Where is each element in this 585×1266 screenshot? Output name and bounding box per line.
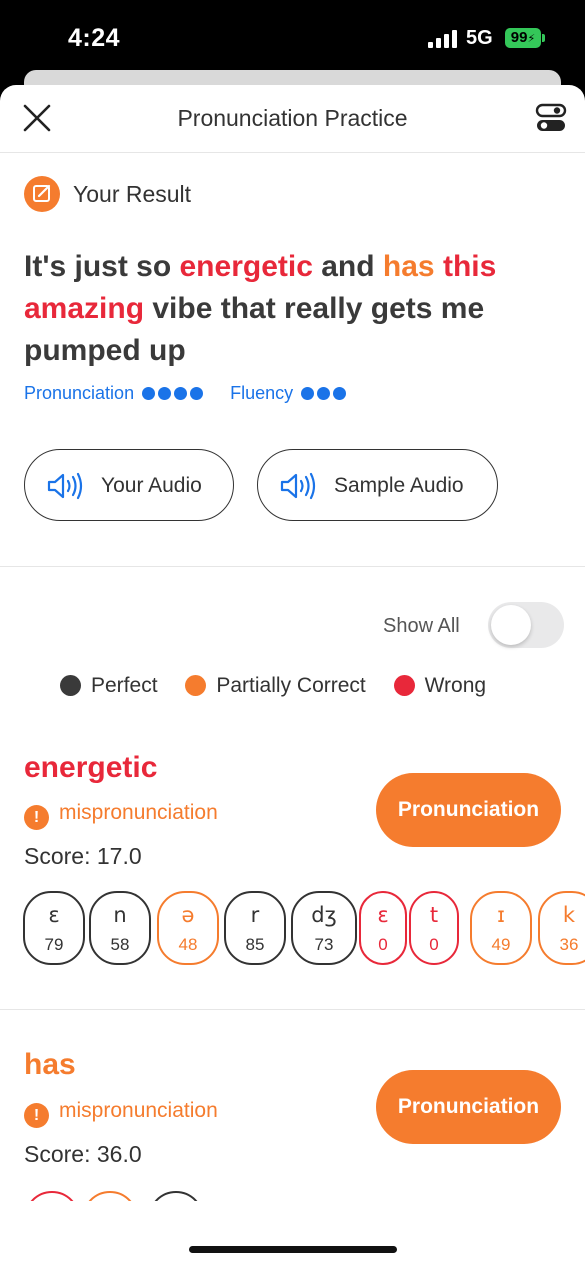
score-dot <box>317 387 331 400</box>
phoneme-chip[interactable]: dʒ 73 <box>291 891 357 965</box>
phoneme-score: 73 <box>314 935 334 954</box>
phoneme-score: 49 <box>491 935 511 954</box>
speaker-icon <box>47 472 83 500</box>
phoneme-score: 85 <box>245 935 265 954</box>
show-all-toggle[interactable] <box>488 602 564 648</box>
your-audio-button[interactable]: Your Audio <box>24 449 234 521</box>
battery-icon: 99⚡ <box>505 28 545 48</box>
nav-bar: Pronunciation Practice <box>0 85 585 153</box>
toggle-knob <box>491 605 531 645</box>
speaker-icon <box>280 472 316 500</box>
phoneme-symbol: k <box>562 903 576 927</box>
phoneme-score: 0 <box>429 935 439 954</box>
phoneme-chip[interactable]: ɪ 49 <box>470 891 532 965</box>
legend-dot <box>60 675 81 696</box>
divider <box>0 1009 585 1010</box>
phoneme-chip[interactable]: k 36 <box>538 891 585 965</box>
phoneme-symbol: n <box>113 903 127 927</box>
phoneme-chip[interactable]: ɛ0 <box>359 891 407 965</box>
sample-audio-label: Sample Audio <box>334 474 464 497</box>
practice-sheet: Pronunciation Practice Your Result It's … <box>0 85 585 1266</box>
phoneme-symbol: ɛ <box>377 903 389 927</box>
pronunciation-button[interactable]: Pronunciation <box>376 1070 561 1144</box>
result-sentence: It's just so energetic and has this amaz… <box>24 246 564 372</box>
legend-item-partial: Partially Correct <box>185 674 366 698</box>
edit-icon <box>24 176 60 212</box>
result-heading: Your Result <box>73 181 192 207</box>
cellular-signal-icon <box>428 30 458 48</box>
warning-icon: ! <box>24 805 49 830</box>
battery-level: 99 <box>510 29 528 46</box>
phoneme-chip[interactable]: t0 <box>409 891 459 965</box>
sentence-word: energetic <box>179 250 313 283</box>
legend-label: Partially Correct <box>216 674 366 697</box>
divider <box>0 566 585 567</box>
score-metrics: Pronunciation Fluency <box>24 383 368 404</box>
phoneme-symbol: dʒ <box>311 903 337 927</box>
phoneme-symbol: r <box>250 903 260 927</box>
legend-label: Perfect <box>91 674 158 697</box>
legend-dot <box>185 675 207 696</box>
sentence-word: amazing <box>24 292 145 325</box>
phoneme-chip[interactable]: n 58 <box>89 891 151 965</box>
sentence-word: this <box>442 250 497 283</box>
sentence-word: has <box>382 250 435 283</box>
word-score: Score: 36.0 <box>24 1141 142 1167</box>
network-type: 5G <box>466 27 493 49</box>
word-title: energetic <box>24 751 158 784</box>
phoneme-symbol: t <box>429 903 439 927</box>
toggles-icon[interactable] <box>535 102 567 134</box>
score-dot <box>190 387 204 400</box>
status-time: 4:24 <box>68 24 121 52</box>
your-audio-label: Your Audio <box>101 474 202 497</box>
fluency-metric: Fluency <box>230 383 347 403</box>
fluency-dots <box>298 383 347 403</box>
sample-audio-button[interactable]: Sample Audio <box>257 449 498 521</box>
legend-item-perfect: Perfect <box>60 674 158 698</box>
issue-label: ! mispronunciation <box>24 801 218 830</box>
phoneme-chip[interactable]: ə 48 <box>157 891 219 965</box>
sentence-word <box>435 250 443 283</box>
phoneme-score: 48 <box>178 935 198 954</box>
sentence-word: and <box>312 250 383 283</box>
legend-label: Wrong <box>424 674 487 697</box>
legend-item-wrong: Wrong <box>393 674 487 698</box>
phoneme-symbol: ɛ <box>48 903 60 927</box>
pronunciation-metric: Pronunciation <box>24 383 204 403</box>
phoneme-score: 0 <box>378 935 388 954</box>
phoneme-symbol: ə <box>181 903 195 927</box>
phoneme-score: 36 <box>559 935 579 954</box>
page-title: Pronunciation Practice <box>177 105 408 131</box>
score-dot <box>301 387 315 400</box>
word-score: Score: 17.0 <box>24 843 142 869</box>
word-title: has <box>24 1048 76 1081</box>
pronunciation-metric-label: Pronunciation <box>24 383 135 403</box>
legend: Perfect Partially Correct Wrong <box>60 674 508 698</box>
issue-label: ! mispronunciation <box>24 1099 218 1128</box>
phoneme-chip[interactable]: ɛ 79 <box>23 891 85 965</box>
fluency-metric-label: Fluency <box>230 383 294 403</box>
issue-text: mispronunciation <box>59 1099 218 1122</box>
sentence-word: It's just so <box>24 250 180 283</box>
show-all-label: Show All <box>383 615 460 637</box>
status-bar: 4:24 5G 99⚡ <box>0 0 585 72</box>
warning-icon: ! <box>24 1103 49 1128</box>
score-dot <box>142 387 156 400</box>
bottom-area <box>0 1201 585 1266</box>
score-dot <box>174 387 188 400</box>
phoneme-score: 58 <box>110 935 130 954</box>
home-indicator <box>189 1246 397 1253</box>
score-dot <box>158 387 172 400</box>
pronunciation-dots <box>139 383 204 403</box>
phoneme-symbol: ɪ <box>497 903 505 927</box>
pronunciation-button[interactable]: Pronunciation <box>376 773 561 847</box>
legend-dot <box>393 675 415 696</box>
score-dot <box>333 387 347 400</box>
issue-text: mispronunciation <box>59 801 218 824</box>
phoneme-score: 79 <box>44 935 64 954</box>
phoneme-chip[interactable]: r 85 <box>224 891 286 965</box>
phoneme-list: ɛ 79 n 58 ə 48 r 85 dʒ 73 ɛ 0 t 0 ɪ 49 k 36 <box>23 891 585 965</box>
